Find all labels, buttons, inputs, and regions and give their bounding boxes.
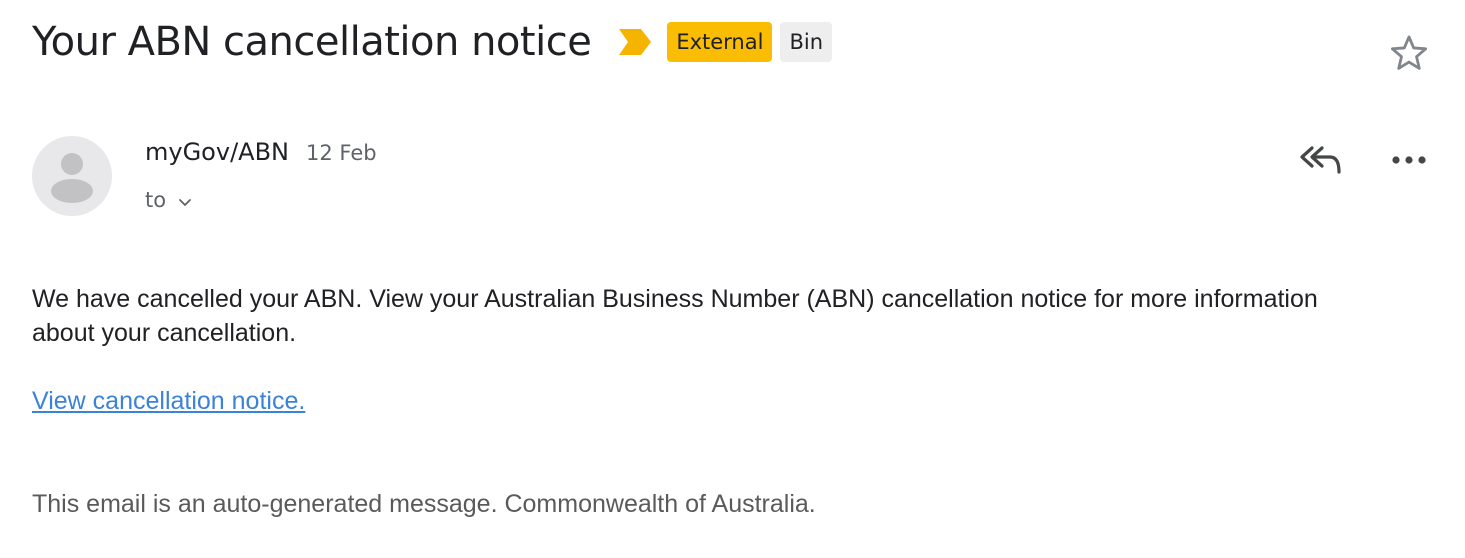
- view-cancellation-notice-link[interactable]: View cancellation notice.: [32, 384, 305, 418]
- reply-all-icon[interactable]: [1298, 142, 1344, 178]
- recipient-label: to: [145, 188, 167, 212]
- importance-marker-icon[interactable]: [617, 27, 653, 57]
- sender-line: myGov/ABN 12 Feb: [145, 138, 377, 170]
- star-icon[interactable]: [1388, 32, 1430, 74]
- external-label[interactable]: External: [667, 22, 773, 62]
- subject-row: Your ABN cancellation notice External Bi…: [32, 14, 833, 70]
- bin-label[interactable]: Bin: [780, 22, 833, 62]
- more-options-icon[interactable]: [1388, 146, 1430, 174]
- sender-avatar[interactable]: [32, 136, 112, 216]
- chevron-down-icon[interactable]: [178, 195, 192, 206]
- recipient-details-toggle[interactable]: to: [145, 186, 192, 214]
- sent-date: 12 Feb: [306, 141, 377, 165]
- avatar-icon: [51, 153, 93, 203]
- email-body-paragraph: We have cancelled your ABN. View your Au…: [32, 285, 1318, 347]
- email-subject: Your ABN cancellation notice: [32, 19, 592, 65]
- email-footer-text: This email is an auto-generated message.…: [32, 490, 816, 518]
- sender-name[interactable]: myGov/ABN: [145, 138, 289, 166]
